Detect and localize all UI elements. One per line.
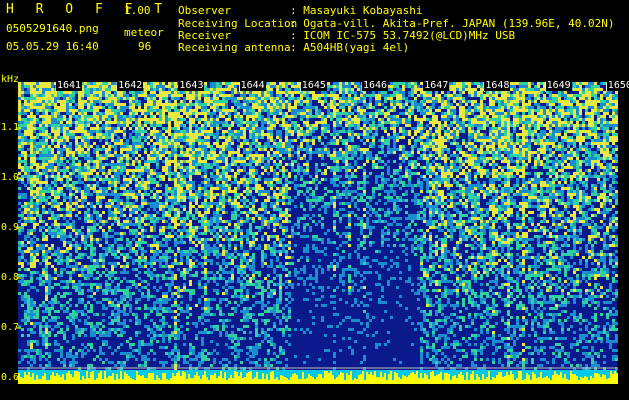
time-tick-label: 1641	[56, 80, 83, 91]
time-tick-label: 1644	[239, 80, 266, 91]
time-tick-label: 1650	[606, 80, 629, 91]
time-tick-label: 1642	[117, 80, 144, 91]
time-tick-label: 1648	[484, 80, 511, 91]
time-tick-label: 1643	[178, 80, 205, 91]
baseline	[18, 383, 617, 384]
y-axis-unit: kHz	[1, 74, 20, 85]
time-tick-label: 1649	[545, 80, 572, 91]
y-tick-label: 1.0	[1, 172, 20, 183]
time-tick-label: 1647	[423, 80, 450, 91]
y-tick-label: 0.8	[1, 272, 20, 283]
y-tick-label: 1.1	[1, 122, 20, 133]
time-tick-label: 1645	[300, 80, 327, 91]
y-tick-label: 0.6	[1, 372, 20, 383]
time-tick-label: 1646	[362, 80, 389, 91]
spectrogram	[16, 82, 618, 384]
y-tick-label: 0.9	[1, 222, 20, 233]
y-tick-label: 0.7	[1, 322, 20, 333]
